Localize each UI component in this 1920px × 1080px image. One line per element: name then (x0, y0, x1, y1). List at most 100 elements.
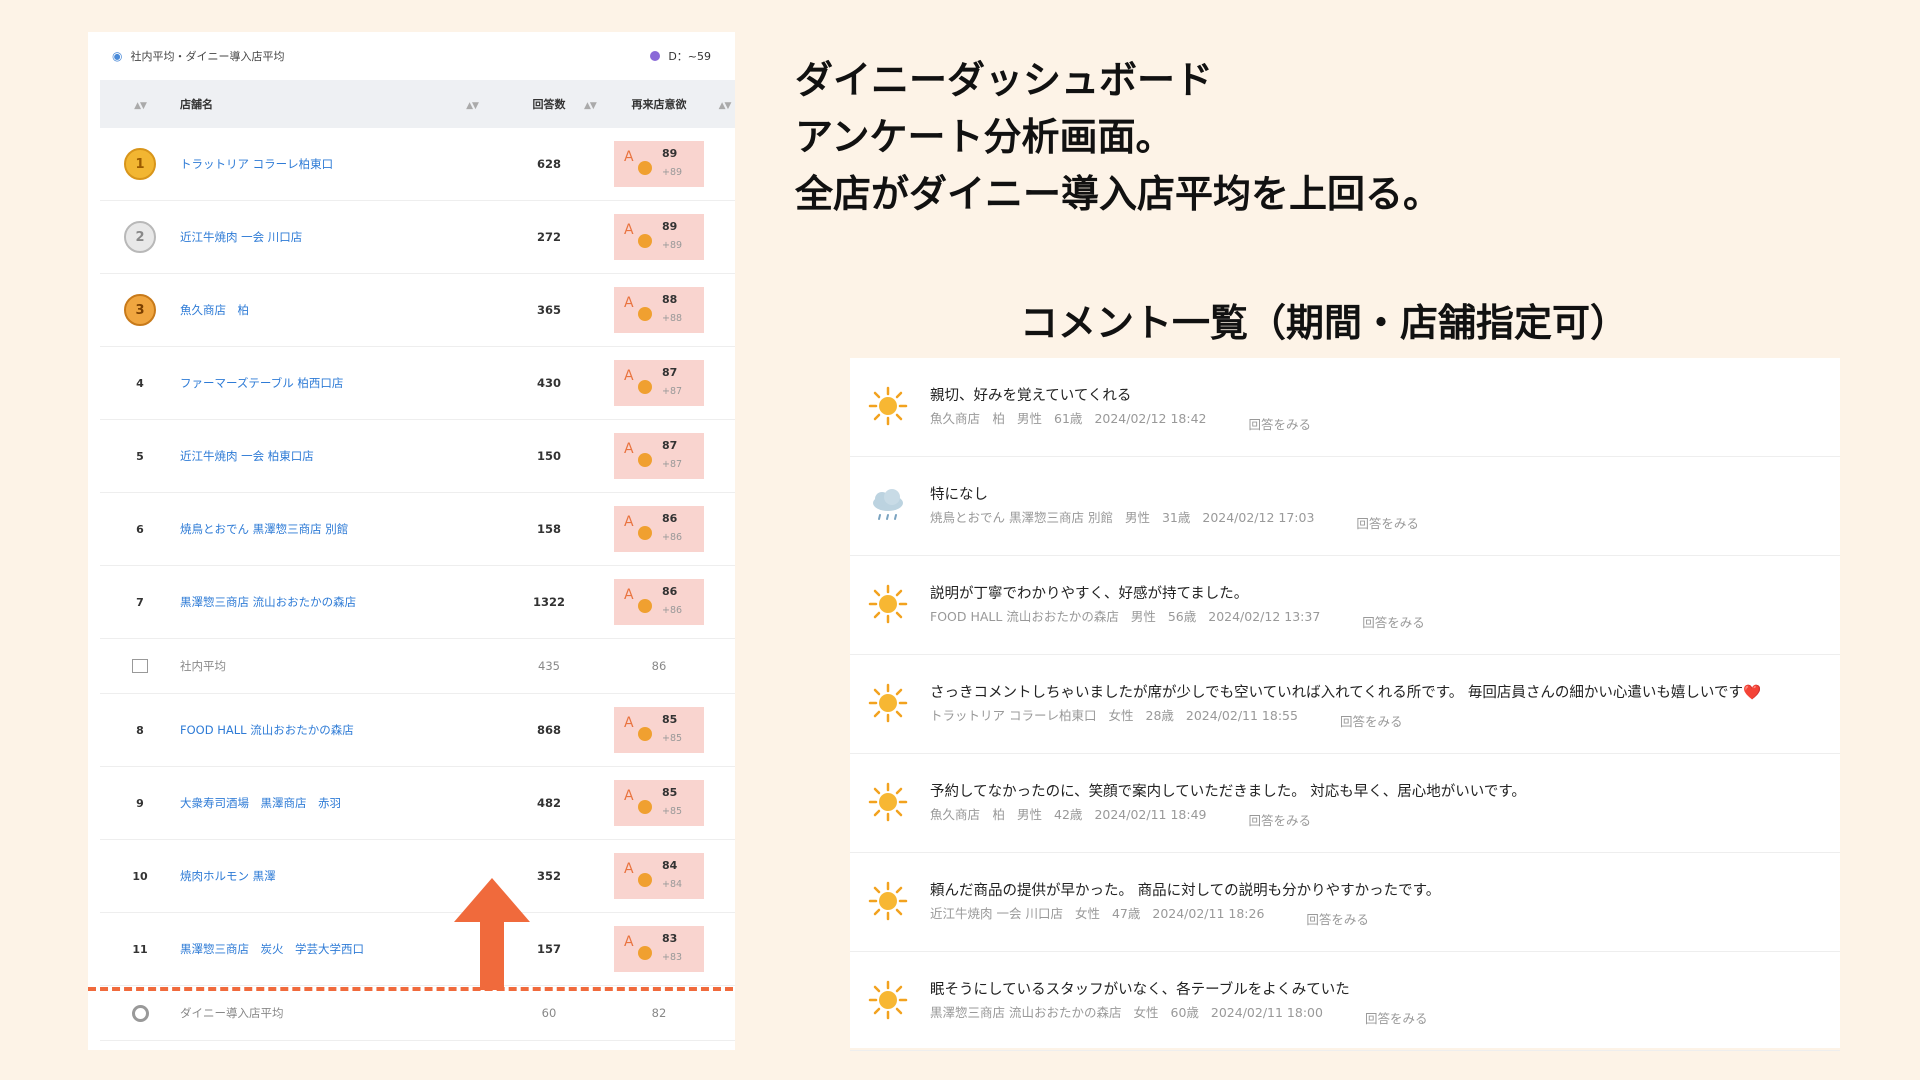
grade-label: A (624, 861, 634, 877)
store-name-link[interactable]: ファーマーズテーブル 柏西口店 (180, 375, 430, 391)
comment-item[interactable]: 親切、好みを覚えていてくれる 魚久商店 柏男性 61歳 2024/02/12 18:4… (850, 358, 1840, 457)
smile-face-icon (638, 727, 652, 741)
store-name-link[interactable]: 近江牛焼肉 一会 柏東口店 (180, 448, 430, 464)
table-row[interactable]: 11 黒澤惣三商店 炭火 学芸大学西口 157 A 83 +83 (100, 913, 735, 986)
score-value: 84 (662, 859, 678, 872)
headline-line1: ダイニーダッシュボード (795, 58, 1214, 102)
score-cell: A 85 +85 (604, 780, 714, 826)
score-value: 89 (662, 220, 678, 233)
table-row[interactable]: 10 焼肉ホルモン 黒澤 352 A 84 +84 (100, 840, 735, 913)
comment-time: 2024/02/11 18:49 (1094, 807, 1207, 822)
header-store-name[interactable]: 店舗名 (180, 96, 430, 112)
comment-meta: 魚久商店 柏男性 42歳 2024/02/11 18:49 回答をみる (930, 804, 1323, 828)
score-diff: +85 (662, 806, 683, 817)
response-count: 1322 (532, 595, 565, 609)
grade-label: A (624, 222, 634, 238)
score-cell: A 83 +83 (604, 926, 714, 972)
table-row[interactable]: 1 トラットリア コラーレ柏東口 628 A 89 +89 (100, 128, 735, 201)
response-count: 272 (536, 230, 561, 244)
comment-gender: 女性 (1133, 1005, 1159, 1020)
score-diff: +89 (662, 240, 683, 251)
score-badge: A 83 +83 (614, 926, 704, 972)
store-name-link[interactable]: 焼鳥とおでん 黒澤惣三商店 別館 (180, 521, 430, 537)
view-answer-link[interactable]: 回答をみる (1356, 516, 1419, 531)
store-name-link[interactable]: 焼肉ホルモン 黒澤 (180, 868, 430, 884)
score-cell: A 85 +85 (604, 707, 714, 753)
smile-face-icon (638, 946, 652, 960)
table-row[interactable]: 9 大衆寿司酒場 黒澤商店 赤羽 482 A 85 +85 (100, 767, 735, 840)
comment-item[interactable]: 眠そうにしているスタッフがいなく、各テーブルをよくみていた 黒澤惣三商店 流山おお… (850, 952, 1840, 1051)
view-answer-link[interactable]: 回答をみる (1306, 912, 1369, 927)
panel-header: ◉ 社内平均・ダイニー導入店平均 D：~59 (88, 32, 735, 80)
comment-item[interactable]: 予約してなかったのに、笑顔で案内していただきました。 対応も早く、居心地がいいで… (850, 754, 1840, 853)
table-row[interactable]: 8 FOOD HALL 流山おおたかの森店 868 A 85 +85 (100, 694, 735, 767)
store-name-link[interactable]: 黒澤惣三商店 流山おおたかの森店 (180, 594, 430, 610)
rank-cell: 1 (100, 148, 180, 180)
rank-cell: 8 (100, 723, 180, 737)
view-answer-link[interactable]: 回答をみる (1365, 1011, 1428, 1026)
headline: ダイニーダッシュボード アンケート分析画面。 全店がダイニー導入店平均を上回る。 (795, 52, 1441, 223)
header-count[interactable]: 回答数 (514, 96, 584, 112)
comment-text: 予約してなかったのに、笑顔で案内していただきました。 対応も早く、居心地がいいで… (930, 784, 1526, 800)
bronze-medal-icon: 3 (124, 294, 156, 326)
purple-dot-icon (650, 51, 661, 61)
up-arrow-icon (454, 878, 530, 990)
store-name-link[interactable]: 近江牛焼肉 一会 川口店 (180, 229, 430, 245)
rank-number: 8 (136, 724, 144, 737)
score-value: 85 (662, 713, 678, 726)
sort-icon[interactable]: ▲▼ (100, 98, 180, 111)
comment-gender: 男性 (1017, 807, 1043, 822)
score-value: 85 (662, 786, 678, 799)
comment-item[interactable]: 説明が丁寧でわかりやすく、好感が持てました。 FOOD HALL 流山おおたかの森… (850, 556, 1840, 655)
table-row[interactable]: 6 焼鳥とおでん 黒澤惣三商店 別館 158 A 86 +86 (100, 493, 735, 566)
score-diff: +85 (662, 733, 683, 744)
grade-label: A (624, 149, 634, 165)
score-cell: A 87 +87 (604, 433, 714, 479)
store-name-link[interactable]: トラットリア コラーレ柏東口 (180, 156, 430, 172)
score-badge: A 89 +89 (614, 214, 704, 260)
rank-cell: 11 (100, 942, 180, 956)
smile-face-icon (638, 161, 652, 175)
store-name-link[interactable]: 黒澤惣三商店 炭火 学芸大学西口 (180, 941, 430, 957)
table-row[interactable]: 5 近江牛焼肉 一会 柏東口店 150 A 87 +87 (100, 420, 735, 493)
comment-age: 28歳 (1145, 708, 1174, 723)
store-name-link[interactable]: FOOD HALL 流山おおたかの森店 (180, 722, 430, 738)
view-answer-link[interactable]: 回答をみる (1248, 417, 1311, 432)
score-diff: +87 (662, 459, 683, 470)
d-value: D：~59 (668, 50, 711, 63)
store-icon (132, 659, 148, 673)
store-name-link[interactable]: 魚久商店 柏 (180, 302, 430, 318)
comment-age: 31歳 (1161, 510, 1191, 525)
smile-face-icon (638, 800, 652, 814)
sort-icon[interactable]: ▲▼ (430, 98, 514, 111)
table-row[interactable]: 2 近江牛焼肉 一会 川口店 272 A 89 +89 (100, 201, 735, 274)
sort-icon[interactable]: ▲▼ (584, 98, 604, 111)
comment-text: 眠そうにしているスタッフがいなく、各テーブルをよくみていた (930, 982, 1350, 998)
score-value: 87 (662, 366, 678, 379)
view-answer-link[interactable]: 回答をみる (1248, 813, 1311, 828)
comment-store: 焼鳥とおでん 黒澤惣三商店 別館 (930, 510, 1113, 525)
comment-time: 2024/02/12 17:03 (1202, 510, 1315, 525)
score-diff: +86 (662, 532, 683, 543)
score-badge: A 85 +85 (614, 707, 704, 753)
store-name-link[interactable]: 大衆寿司酒場 黒澤商店 赤羽 (180, 795, 430, 811)
view-answer-link[interactable]: 回答をみる (1362, 615, 1425, 630)
comment-item[interactable]: さっきコメントしちゃいましたが席が少しでも空いていれば入れてくれる所です。 毎回… (850, 655, 1840, 754)
header-score[interactable]: 再来店意欲 (604, 96, 714, 112)
eye-icon[interactable]: ◉ (112, 49, 122, 63)
table-row[interactable]: 3 魚久商店 柏 365 A 88 +88 (100, 274, 735, 347)
comment-gender: 男性 (1124, 510, 1150, 525)
comment-text: さっきコメントしちゃいましたが席が少しでも空いていれば入れてくれる所です。 毎回… (930, 685, 1762, 701)
grade-label: A (624, 514, 634, 530)
comment-store: 魚久商店 柏 (930, 411, 1006, 426)
table-row[interactable]: 4 ファーマーズテーブル 柏西口店 430 A 87 +87 (100, 347, 735, 420)
table-row[interactable]: 7 黒澤惣三商店 流山おおたかの森店 1322 A 86 +86 (100, 566, 735, 639)
comment-item[interactable]: 特になし 焼鳥とおでん 黒澤惣三商店 別館 男性 31歳 2024/02/12 17:0… (850, 457, 1840, 556)
rank-cell: 6 (100, 522, 180, 536)
sort-icon[interactable]: ▲▼ (714, 98, 735, 111)
comment-time: 2024/02/11 18:00 (1210, 1005, 1323, 1020)
comment-item[interactable]: 頼んだ商品の提供が早かった。 商品に対しての説明も分かりやすかったです。 近江牛焼… (850, 853, 1840, 952)
company-average-row: 社内平均 435 86 (100, 639, 735, 694)
view-answer-link[interactable]: 回答をみる (1340, 714, 1403, 729)
grade-label: A (624, 587, 634, 603)
